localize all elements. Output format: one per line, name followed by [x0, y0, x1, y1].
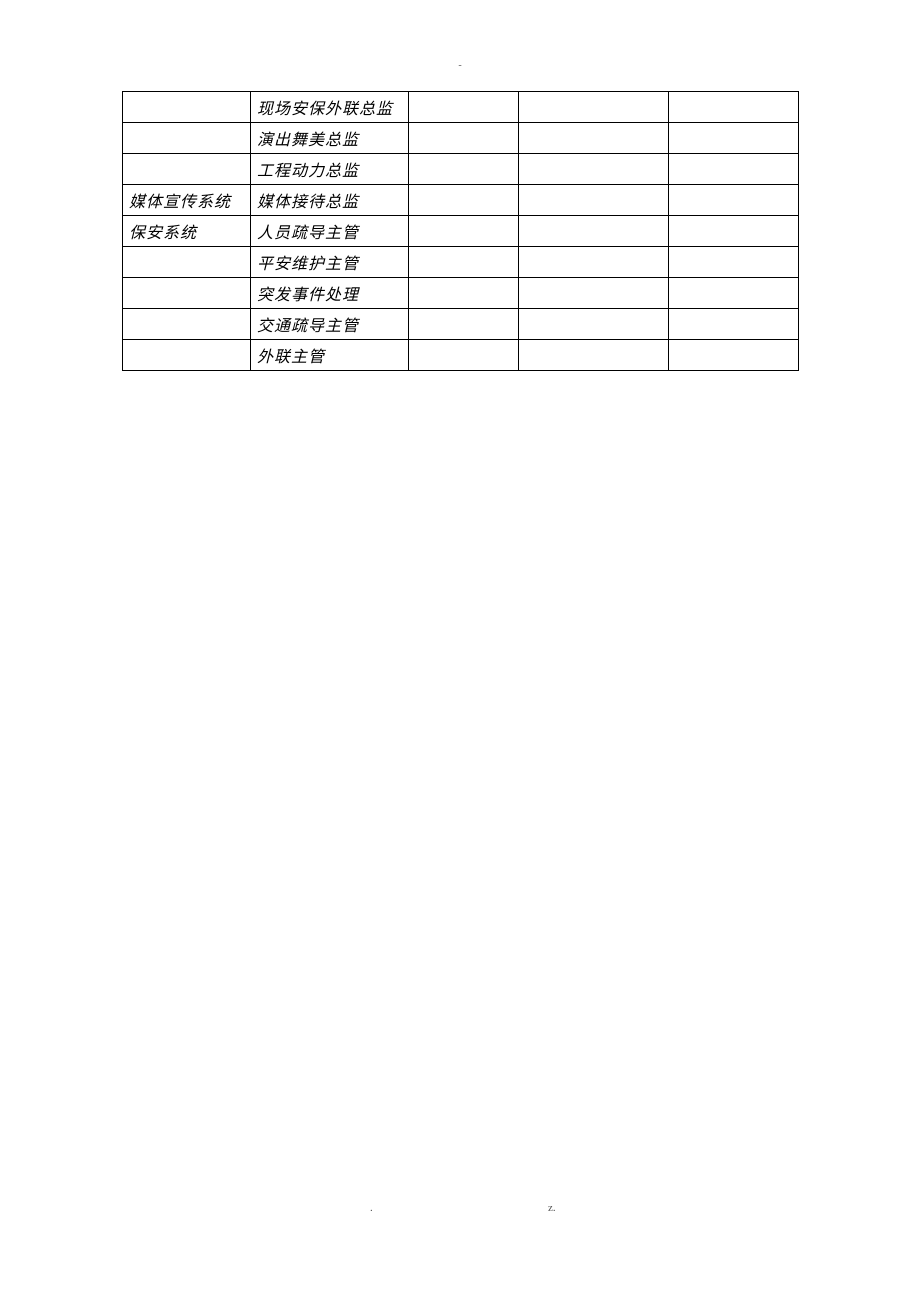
table-row: 保安系统 人员疏导主管: [123, 216, 799, 247]
cell-c3: [409, 216, 519, 247]
cell-c3: [409, 340, 519, 371]
table-row: 外联主管: [123, 340, 799, 371]
cell-c5: [669, 309, 799, 340]
cell-system: [123, 278, 251, 309]
cell-role: 平安维护主管: [251, 247, 409, 278]
cell-c4: [519, 309, 669, 340]
cell-role: 工程动力总监: [251, 154, 409, 185]
table-row: 演出舞美总监: [123, 123, 799, 154]
cell-c4: [519, 123, 669, 154]
table-row: 平安维护主管: [123, 247, 799, 278]
table-row: 突发事件处理: [123, 278, 799, 309]
cell-c5: [669, 278, 799, 309]
cell-c3: [409, 154, 519, 185]
footer-right-mark: z.: [548, 1202, 556, 1214]
cell-role: 交通疏导主管: [251, 309, 409, 340]
cell-c4: [519, 247, 669, 278]
cell-c4: [519, 340, 669, 371]
header-mark: -: [0, 60, 920, 71]
cell-c5: [669, 185, 799, 216]
cell-c5: [669, 92, 799, 123]
cell-system: [123, 309, 251, 340]
cell-c4: [519, 185, 669, 216]
cell-c5: [669, 123, 799, 154]
cell-system: [123, 340, 251, 371]
cell-role: 演出舞美总监: [251, 123, 409, 154]
table-wrapper: 现场安保外联总监 演出舞美总监 工程动力总监: [122, 91, 798, 371]
table-row: 媒体宣传系统 媒体接待总监: [123, 185, 799, 216]
cell-system: [123, 123, 251, 154]
cell-c4: [519, 278, 669, 309]
cell-role: 突发事件处理: [251, 278, 409, 309]
cell-c4: [519, 92, 669, 123]
cell-c5: [669, 216, 799, 247]
table-row: 工程动力总监: [123, 154, 799, 185]
cell-c3: [409, 278, 519, 309]
cell-c3: [409, 123, 519, 154]
cell-role: 人员疏导主管: [251, 216, 409, 247]
page-container: - 现场安保外联总监 演出舞美总监: [0, 0, 920, 371]
table-row: 现场安保外联总监: [123, 92, 799, 123]
cell-c3: [409, 92, 519, 123]
cell-c3: [409, 309, 519, 340]
cell-system: 媒体宣传系统: [123, 185, 251, 216]
cell-system: [123, 154, 251, 185]
cell-c5: [669, 154, 799, 185]
cell-role: 外联主管: [251, 340, 409, 371]
cell-system: [123, 247, 251, 278]
cell-c5: [669, 340, 799, 371]
cell-system: [123, 92, 251, 123]
cell-c3: [409, 247, 519, 278]
table-row: 交通疏导主管: [123, 309, 799, 340]
footer-left-mark: .: [370, 1202, 373, 1214]
cell-system: 保安系统: [123, 216, 251, 247]
cell-c4: [519, 154, 669, 185]
cell-c5: [669, 247, 799, 278]
cell-c4: [519, 216, 669, 247]
org-table: 现场安保外联总监 演出舞美总监 工程动力总监: [122, 91, 799, 371]
cell-role: 现场安保外联总监: [251, 92, 409, 123]
cell-role: 媒体接待总监: [251, 185, 409, 216]
cell-c3: [409, 185, 519, 216]
